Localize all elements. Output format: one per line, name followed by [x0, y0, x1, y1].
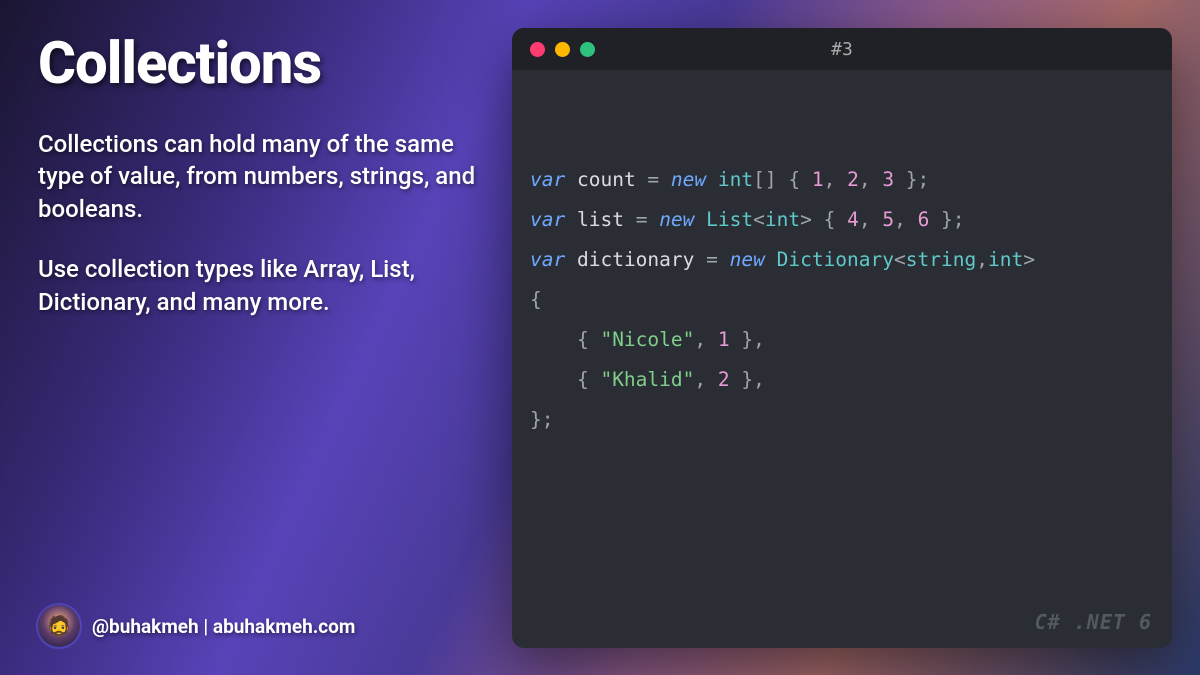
- type-int: int: [718, 168, 753, 191]
- keyword-var: var: [530, 208, 565, 231]
- type-int: int: [765, 208, 800, 231]
- comma: ,: [976, 248, 988, 271]
- code-window: #3 var count = new int[] { 1, 2, 3 }; va…: [512, 28, 1172, 648]
- number: 3: [882, 168, 894, 191]
- identifier: list: [577, 208, 624, 231]
- description-paragraph-1: Collections can hold many of the same ty…: [38, 128, 488, 225]
- brace: {: [577, 368, 600, 391]
- separator: |: [199, 615, 213, 638]
- keyword-var: var: [530, 168, 565, 191]
- keyword-var: var: [530, 248, 565, 271]
- keyword-new: new: [659, 208, 694, 231]
- operator: =: [694, 248, 729, 271]
- bracket: [] {: [753, 168, 812, 191]
- indent: [530, 328, 577, 351]
- brace: {: [577, 328, 600, 351]
- number: 5: [882, 208, 894, 231]
- brace: {: [530, 288, 542, 311]
- angle-bracket: >: [1023, 248, 1035, 271]
- code-body: var count = new int[] { 1, 2, 3 }; var l…: [512, 70, 1172, 440]
- keyword-new: new: [671, 168, 706, 191]
- window-titlebar: #3: [512, 28, 1172, 70]
- number: 2: [718, 368, 730, 391]
- description-paragraph-2: Use collection types like Array, List, D…: [38, 253, 488, 318]
- type-dictionary: Dictionary: [777, 248, 894, 271]
- number: 1: [812, 168, 824, 191]
- brace: },: [730, 328, 765, 351]
- twitter-handle: @buhakmeh: [92, 615, 199, 638]
- keyword-new: new: [730, 248, 765, 271]
- angle-bracket: <: [894, 248, 906, 271]
- brace: };: [530, 408, 553, 431]
- operator: =: [624, 208, 659, 231]
- number: 4: [847, 208, 859, 231]
- number: 1: [718, 328, 730, 351]
- string-literal: "Nicole": [600, 328, 694, 351]
- website: abuhakmeh.com: [213, 615, 355, 638]
- comma: ,: [859, 168, 882, 191]
- number: 2: [847, 168, 859, 191]
- operator: =: [636, 168, 671, 191]
- bracket: };: [929, 208, 964, 231]
- angle-bracket: > {: [800, 208, 847, 231]
- type-list: List: [706, 208, 753, 231]
- identifier: count: [577, 168, 636, 191]
- author-handle: @buhakmeh | abuhakmeh.com: [92, 615, 355, 638]
- comma: ,: [694, 328, 717, 351]
- string-literal: "Khalid": [600, 368, 694, 391]
- type-string: string: [906, 248, 976, 271]
- identifier: dictionary: [577, 248, 694, 271]
- number: 6: [918, 208, 930, 231]
- avatar: 🧔: [38, 605, 80, 647]
- window-title: #3: [512, 39, 1172, 60]
- type-int: int: [988, 248, 1023, 271]
- left-column: Collections Collections can hold many of…: [38, 30, 488, 318]
- page-title: Collections: [38, 30, 488, 98]
- bracket: };: [894, 168, 929, 191]
- comma: ,: [694, 368, 717, 391]
- footer: 🧔 @buhakmeh | abuhakmeh.com: [38, 605, 355, 647]
- comma: ,: [824, 168, 847, 191]
- angle-bracket: <: [753, 208, 765, 231]
- brace: },: [730, 368, 765, 391]
- comma: ,: [894, 208, 917, 231]
- indent: [530, 368, 577, 391]
- language-tag: C# .NET 6: [1035, 610, 1152, 634]
- comma: ,: [859, 208, 882, 231]
